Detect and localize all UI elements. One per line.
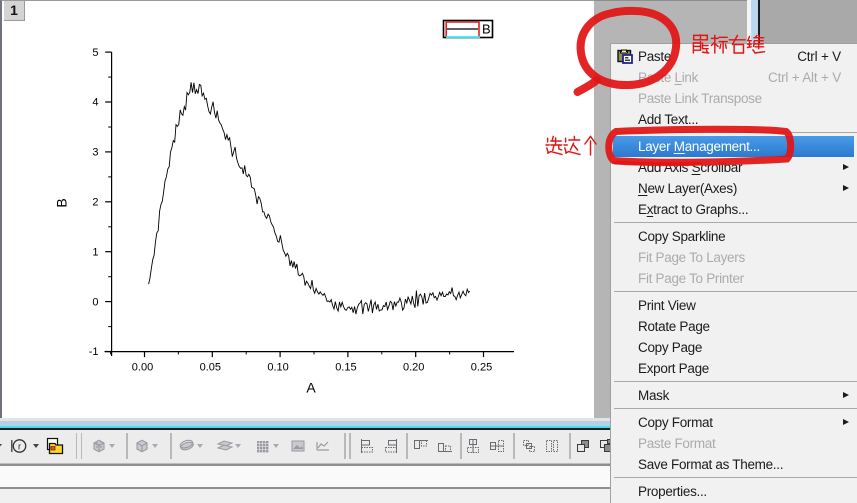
svg-text:-1: -1 [89,346,99,358]
svg-text:0.00: 0.00 [132,361,153,373]
svg-text:r: r [18,442,21,452]
svg-text:B: B [482,22,491,37]
svg-text:5: 5 [92,47,98,59]
svg-text:0: 0 [92,296,98,308]
svg-text:2: 2 [92,197,98,209]
svg-text:4: 4 [92,97,98,109]
svg-text:0.15: 0.15 [335,361,356,373]
svg-text:0.20: 0.20 [403,361,424,373]
svg-text:0.05: 0.05 [200,361,221,373]
svg-text:0.25: 0.25 [471,361,492,373]
svg-text:0.10: 0.10 [267,361,288,373]
svg-text:A: A [306,380,316,396]
svg-text:B: B [54,198,70,207]
svg-text:1: 1 [92,246,98,258]
svg-text:3: 3 [92,147,98,159]
